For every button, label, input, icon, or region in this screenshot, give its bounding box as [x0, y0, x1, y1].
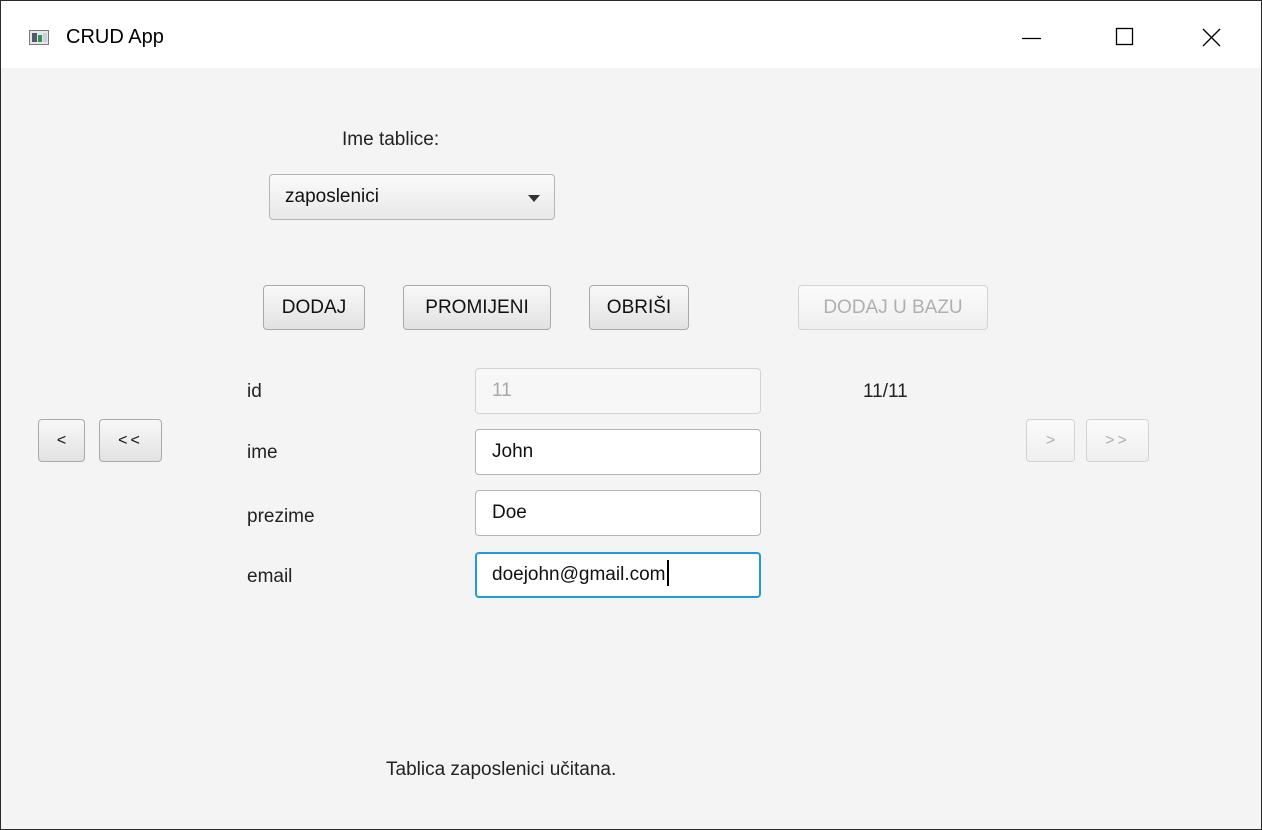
email-field-value: doejohn@gmail.com: [492, 564, 666, 585]
field-label-id: id: [247, 381, 262, 402]
next-record-button[interactable]: >: [1026, 419, 1075, 462]
prezime-field[interactable]: Doe: [475, 490, 761, 536]
maximize-icon: [1115, 27, 1134, 46]
last-record-label: >>: [1105, 432, 1130, 449]
close-button[interactable]: [1166, 1, 1256, 68]
delete-button-label: OBRIŠI: [606, 297, 672, 318]
change-button-label: PROMIJENI: [425, 297, 529, 318]
prev-record-label: <: [56, 432, 67, 449]
app-window: CRUD App Ime tablice: zaposlenici DODAJ …: [0, 0, 1262, 830]
text-cursor: [666, 559, 669, 586]
chevron-down-icon: [528, 195, 540, 202]
record-counter: 11/11: [863, 381, 908, 402]
email-field[interactable]: doejohn@gmail.com: [475, 552, 761, 598]
maximize-button[interactable]: [1079, 1, 1169, 68]
prev-record-button[interactable]: <: [38, 419, 85, 462]
minimize-button[interactable]: [986, 1, 1076, 68]
delete-button[interactable]: OBRIŠI: [589, 285, 689, 330]
app-icon: [29, 30, 49, 45]
table-select-value: zaposlenici: [285, 186, 379, 207]
last-record-button[interactable]: >>: [1086, 419, 1149, 462]
change-button[interactable]: PROMIJENI: [403, 285, 551, 330]
add-button-label: DODAJ: [281, 297, 347, 318]
field-label-prezime: prezime: [247, 506, 315, 527]
table-select-dropdown[interactable]: zaposlenici: [269, 174, 555, 220]
id-field[interactable]: 11: [475, 368, 761, 414]
ime-field[interactable]: John: [475, 429, 761, 475]
minimize-icon: [1022, 37, 1041, 40]
add-to-db-button-label: DODAJ U BAZU: [823, 297, 963, 318]
first-record-label: <<: [118, 432, 143, 449]
close-icon: [1202, 28, 1221, 47]
window-title: CRUD App: [66, 26, 164, 48]
add-button[interactable]: DODAJ: [263, 285, 365, 330]
status-message: Tablica zaposlenici učitana.: [386, 759, 617, 780]
add-to-db-button[interactable]: DODAJ U BAZU: [798, 285, 988, 330]
first-record-button[interactable]: <<: [99, 419, 162, 462]
title-bar: CRUD App: [1, 1, 1261, 68]
next-record-label: >: [1045, 432, 1056, 449]
table-select-label: Ime tablice:: [342, 129, 440, 150]
field-label-email: email: [247, 566, 293, 587]
field-label-ime: ime: [247, 442, 278, 463]
